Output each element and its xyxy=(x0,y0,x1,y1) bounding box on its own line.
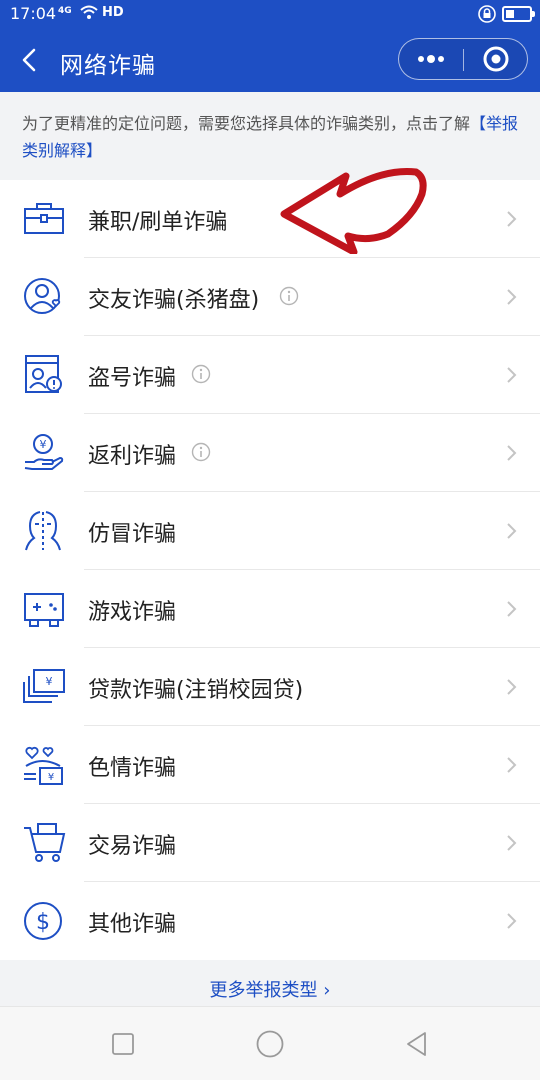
money-cards-icon: ¥ xyxy=(23,669,65,703)
svg-text:¥: ¥ xyxy=(40,438,47,451)
gamepad-icon xyxy=(24,593,64,627)
face-split-icon xyxy=(25,511,61,551)
chevron-right-icon xyxy=(507,211,517,227)
category-label: 交易诈骗 xyxy=(88,834,177,859)
chevron-right-icon xyxy=(507,757,517,773)
coin-hand-icon: ¥ xyxy=(24,434,64,470)
rotation-lock-icon xyxy=(478,5,496,23)
category-row[interactable]: ¥ 色情诈骗 xyxy=(0,726,540,804)
category-label: 贷款诈骗(注销校园贷) xyxy=(88,678,304,703)
battery-icon xyxy=(502,6,535,22)
chevron-right-icon xyxy=(507,523,517,539)
status-bar: 17:04 4G HD xyxy=(0,0,540,30)
category-row[interactable]: 交易诈骗 xyxy=(0,804,540,882)
nav-bar: 网络诈骗 xyxy=(0,30,540,92)
system-nav-bar xyxy=(0,1006,540,1080)
chevron-right-icon xyxy=(507,445,517,461)
home-button[interactable] xyxy=(253,1027,287,1061)
category-row[interactable]: 游戏诈骗 xyxy=(0,570,540,648)
info-icon[interactable] xyxy=(279,286,299,306)
chevron-right-icon xyxy=(507,913,517,929)
chevron-right-icon xyxy=(507,367,517,383)
cellular-4g-icon: 4G xyxy=(58,6,72,16)
category-label: 色情诈骗 xyxy=(88,756,177,781)
hearts-money-icon: ¥ xyxy=(24,746,63,785)
chevron-right-icon xyxy=(507,679,517,695)
shopping-cart-icon xyxy=(24,823,66,862)
briefcase-icon xyxy=(24,203,64,234)
dollar-circle-icon: $ xyxy=(24,902,62,940)
more-options-button[interactable] xyxy=(399,39,463,79)
category-label: 游戏诈骗 xyxy=(88,600,177,625)
svg-text:¥: ¥ xyxy=(48,772,54,783)
notice-body: 为了更精准的定位问题，需要您选择具体的诈骗类别，点击了解 xyxy=(22,114,471,133)
close-mini-program-button[interactable] xyxy=(464,39,528,79)
category-label: 交友诈骗(杀猪盘) xyxy=(88,288,260,313)
chevron-right-icon xyxy=(507,601,517,617)
user-heart-icon xyxy=(24,278,61,314)
category-label: 其他诈骗 xyxy=(88,912,177,937)
chevron-right-icon xyxy=(507,835,517,851)
mini-program-capsule xyxy=(398,38,528,80)
svg-text:$: $ xyxy=(36,910,50,935)
category-row[interactable]: ¥ 贷款诈骗(注销校园贷) xyxy=(0,648,540,726)
category-label: 返利诈骗 xyxy=(88,444,177,469)
more-report-types-link[interactable]: 更多举报类型 › xyxy=(0,966,540,1006)
category-row[interactable]: ¥ 返利诈骗 xyxy=(0,414,540,492)
svg-text:¥: ¥ xyxy=(46,675,53,688)
category-row[interactable]: 兼职/刷单诈骗 xyxy=(0,180,540,258)
category-list: 兼职/刷单诈骗 交友诈骗(杀猪盘) 盗号诈骗 ¥ 返利诈骗 仿冒诈骗 游戏诈骗 … xyxy=(0,180,540,960)
id-card-warning-icon xyxy=(25,355,62,393)
category-label: 兼职/刷单诈骗 xyxy=(88,210,228,235)
wifi-icon xyxy=(80,5,98,19)
category-row[interactable]: 交友诈骗(杀猪盘) xyxy=(0,258,540,336)
chevron-right-icon xyxy=(507,289,517,305)
category-label: 仿冒诈骗 xyxy=(88,522,177,547)
category-row[interactable]: $ 其他诈骗 xyxy=(0,882,540,960)
page-title: 网络诈骗 xyxy=(60,53,156,79)
hd-badge: HD xyxy=(102,5,124,20)
system-back-button[interactable] xyxy=(400,1027,434,1061)
category-row[interactable]: 仿冒诈骗 xyxy=(0,492,540,570)
info-icon[interactable] xyxy=(191,364,211,384)
top-bar: 17:04 4G HD 网络诈骗 xyxy=(0,0,540,92)
status-time: 17:04 xyxy=(10,4,57,23)
notice-text: 为了更精准的定位问题，需要您选择具体的诈骗类别，点击了解【举报类别解释】 xyxy=(0,92,540,180)
back-button[interactable] xyxy=(14,44,46,76)
category-row[interactable]: 盗号诈骗 xyxy=(0,336,540,414)
recents-button[interactable] xyxy=(106,1027,140,1061)
info-icon[interactable] xyxy=(191,442,211,462)
category-label: 盗号诈骗 xyxy=(88,366,177,391)
